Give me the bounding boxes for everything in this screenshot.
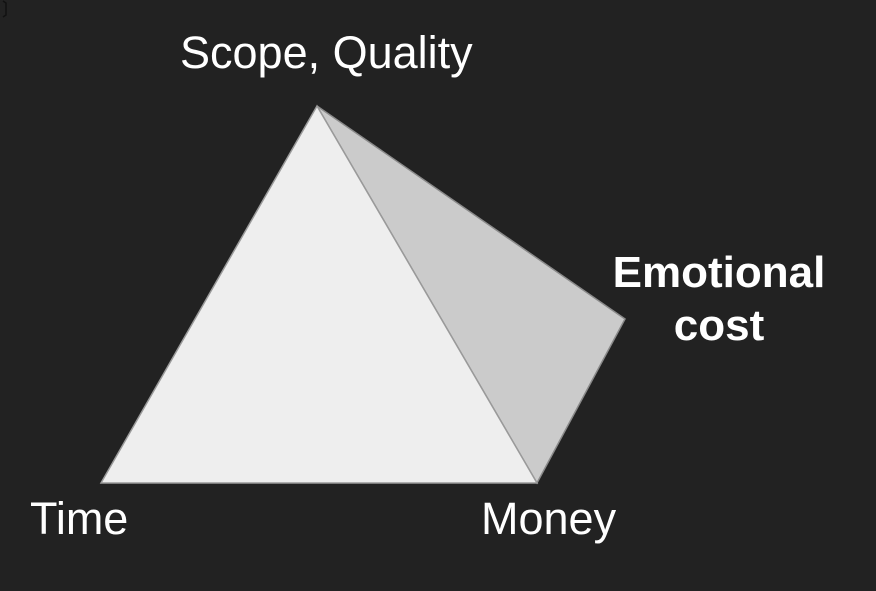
diagram-canvas: Scope, Quality Emotional cost Time Money bbox=[0, 0, 876, 591]
emotional-cost-line-1: Emotional bbox=[612, 248, 826, 297]
text-cursor-icon bbox=[2, 0, 7, 18]
vertex-label-money: Money bbox=[481, 493, 617, 544]
vertex-label-scope-quality: Scope, Quality bbox=[180, 27, 473, 78]
vertex-label-time: Time bbox=[30, 493, 129, 544]
vertex-label-emotional-cost: Emotional cost bbox=[603, 246, 835, 352]
emotional-cost-line-2: cost bbox=[673, 301, 765, 350]
